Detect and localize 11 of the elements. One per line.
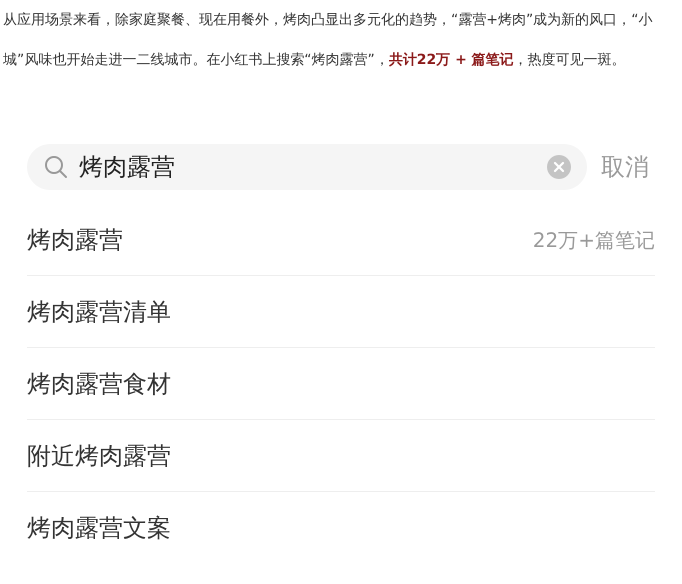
search-text: 烤肉露营 (79, 152, 176, 183)
clear-icon[interactable] (547, 155, 571, 179)
suggestion-item[interactable]: 烤肉露营文案 (27, 510, 171, 546)
article-paragraph: 从应用场景来看，除家庭聚餐、现在用餐外，烤肉凸显出多元化的趋势，“露营+烤肉”成为新的风口，“小城”风味也开始走进一二线城市。在小红书上搜索“烤肉露营”，共计22万 + 篇笔记，热度可见一斑。 (2, 11, 654, 70)
suggestion-item[interactable]: 附近烤肉露营 (27, 438, 171, 474)
suggestion-item[interactable]: 烤肉露营食材 (27, 366, 171, 402)
note-count: 22万+篇笔记 (532, 226, 655, 254)
suggestion-item[interactable]: 烤肉露营清单 (27, 294, 171, 330)
suggestion-item[interactable]: 烤肉露营 (27, 222, 123, 258)
search-icon (43, 154, 69, 180)
search-field[interactable]: 烤肉露营 (27, 144, 587, 190)
